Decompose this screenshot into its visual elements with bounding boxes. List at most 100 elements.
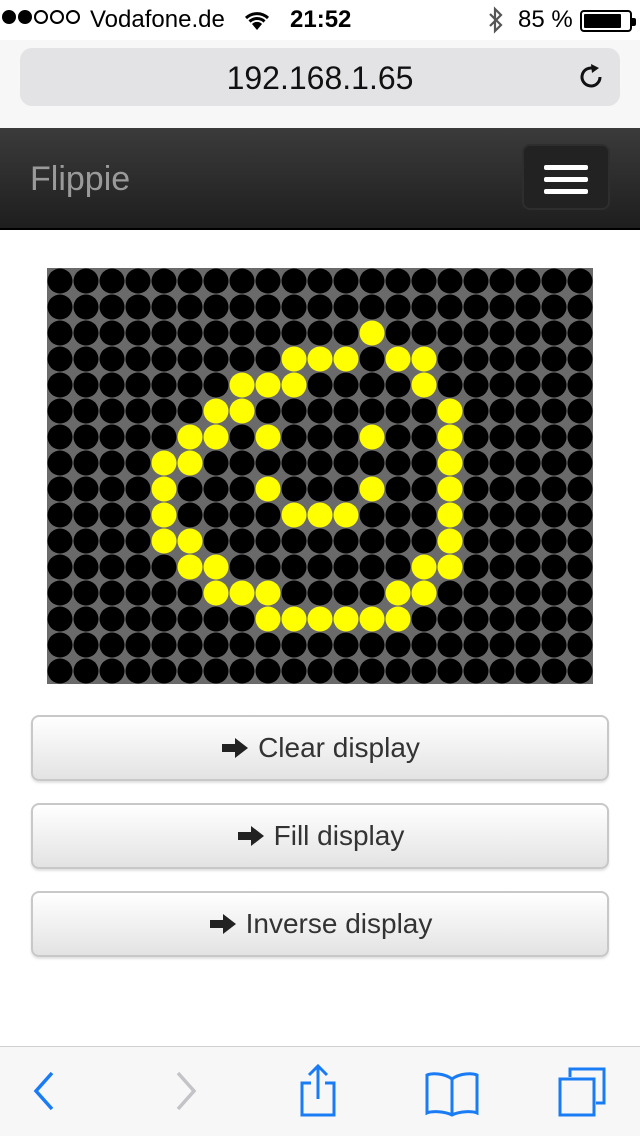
led-pixel-on[interactable] xyxy=(437,398,463,424)
led-pixel-on[interactable] xyxy=(203,554,229,580)
led-pixel-off[interactable] xyxy=(281,528,307,554)
led-pixel-off[interactable] xyxy=(437,294,463,320)
led-pixel-off[interactable] xyxy=(463,450,489,476)
led-pixel-off[interactable] xyxy=(437,346,463,372)
led-pixel-off[interactable] xyxy=(47,320,73,346)
led-pixel-off[interactable] xyxy=(489,424,515,450)
led-pixel-off[interactable] xyxy=(515,320,541,346)
led-pixel-off[interactable] xyxy=(333,554,359,580)
led-pixel-on[interactable] xyxy=(203,580,229,606)
led-pixel-off[interactable] xyxy=(541,268,567,294)
led-pixel-off[interactable] xyxy=(463,268,489,294)
led-pixel-off[interactable] xyxy=(73,502,99,528)
led-pixel-off[interactable] xyxy=(437,606,463,632)
led-pixel-off[interactable] xyxy=(177,268,203,294)
led-pixel-off[interactable] xyxy=(567,346,593,372)
led-pixel-off[interactable] xyxy=(151,346,177,372)
led-pixel-off[interactable] xyxy=(73,554,99,580)
led-pixel-off[interactable] xyxy=(47,294,73,320)
led-pixel-off[interactable] xyxy=(229,268,255,294)
led-pixel-off[interactable] xyxy=(281,632,307,658)
led-pixel-off[interactable] xyxy=(203,372,229,398)
led-pixel-off[interactable] xyxy=(567,554,593,580)
led-pixel-off[interactable] xyxy=(333,268,359,294)
led-pixel-off[interactable] xyxy=(125,450,151,476)
led-pixel-off[interactable] xyxy=(99,476,125,502)
led-pixel-off[interactable] xyxy=(541,294,567,320)
led-pixel-off[interactable] xyxy=(411,476,437,502)
led-pixel-off[interactable] xyxy=(541,502,567,528)
led-pixel-off[interactable] xyxy=(47,346,73,372)
led-pixel-off[interactable] xyxy=(541,528,567,554)
led-pixel-off[interactable] xyxy=(359,294,385,320)
led-pixel-on[interactable] xyxy=(151,450,177,476)
led-pixel-off[interactable] xyxy=(385,502,411,528)
led-pixel-off[interactable] xyxy=(99,268,125,294)
led-pixel-off[interactable] xyxy=(203,450,229,476)
led-pixel-off[interactable] xyxy=(203,632,229,658)
led-pixel-off[interactable] xyxy=(307,528,333,554)
tabs-icon[interactable] xyxy=(556,1065,608,1124)
led-pixel-off[interactable] xyxy=(99,346,125,372)
led-pixel-off[interactable] xyxy=(567,502,593,528)
led-pixel-off[interactable] xyxy=(489,476,515,502)
led-pixel-off[interactable] xyxy=(47,424,73,450)
led-pixel-off[interactable] xyxy=(567,632,593,658)
led-pixel-off[interactable] xyxy=(125,658,151,684)
led-pixel-off[interactable] xyxy=(463,554,489,580)
led-pixel-off[interactable] xyxy=(125,580,151,606)
led-pixel-off[interactable] xyxy=(229,320,255,346)
led-pixel-off[interactable] xyxy=(489,268,515,294)
led-pixel-on[interactable] xyxy=(307,606,333,632)
led-pixel-off[interactable] xyxy=(437,268,463,294)
led-pixel-off[interactable] xyxy=(307,450,333,476)
led-pixel-off[interactable] xyxy=(567,424,593,450)
led-pixel-off[interactable] xyxy=(567,658,593,684)
led-pixel-off[interactable] xyxy=(151,372,177,398)
led-pixel-off[interactable] xyxy=(151,632,177,658)
led-pixel-off[interactable] xyxy=(125,606,151,632)
led-pixel-off[interactable] xyxy=(515,346,541,372)
led-pixel-off[interactable] xyxy=(229,476,255,502)
led-pixel-off[interactable] xyxy=(203,502,229,528)
led-pixel-off[interactable] xyxy=(125,268,151,294)
led-pixel-off[interactable] xyxy=(177,580,203,606)
led-pixel-off[interactable] xyxy=(255,398,281,424)
led-pixel-off[interactable] xyxy=(515,268,541,294)
led-pixel-off[interactable] xyxy=(307,476,333,502)
led-pixel-off[interactable] xyxy=(203,268,229,294)
led-pixel-on[interactable] xyxy=(203,424,229,450)
led-pixel-off[interactable] xyxy=(463,606,489,632)
led-pixel-off[interactable] xyxy=(47,450,73,476)
led-pixel-off[interactable] xyxy=(255,554,281,580)
led-pixel-off[interactable] xyxy=(411,632,437,658)
led-pixel-off[interactable] xyxy=(255,450,281,476)
led-pixel-off[interactable] xyxy=(229,606,255,632)
led-pixel-off[interactable] xyxy=(489,320,515,346)
led-pixel-off[interactable] xyxy=(99,372,125,398)
led-pixel-off[interactable] xyxy=(541,658,567,684)
led-pixel-off[interactable] xyxy=(307,580,333,606)
share-icon[interactable] xyxy=(298,1063,338,1124)
led-pixel-off[interactable] xyxy=(307,632,333,658)
led-pixel-on[interactable] xyxy=(229,398,255,424)
led-pixel-off[interactable] xyxy=(281,476,307,502)
led-pixel-off[interactable] xyxy=(229,450,255,476)
fill-display-button[interactable]: Fill display xyxy=(31,803,609,869)
led-pixel-off[interactable] xyxy=(99,294,125,320)
led-pixel-off[interactable] xyxy=(203,658,229,684)
led-pixel-off[interactable] xyxy=(151,606,177,632)
led-pixel-off[interactable] xyxy=(333,528,359,554)
led-pixel-off[interactable] xyxy=(99,580,125,606)
back-icon[interactable] xyxy=(30,1069,60,1118)
led-pixel-off[interactable] xyxy=(385,632,411,658)
led-pixel-off[interactable] xyxy=(463,632,489,658)
led-pixel-on[interactable] xyxy=(411,580,437,606)
led-pixel-on[interactable] xyxy=(281,372,307,398)
led-pixel-off[interactable] xyxy=(359,372,385,398)
led-pixel-off[interactable] xyxy=(281,580,307,606)
led-pixel-off[interactable] xyxy=(255,320,281,346)
led-pixel-on[interactable] xyxy=(359,476,385,502)
led-pixel-off[interactable] xyxy=(47,606,73,632)
led-pixel-off[interactable] xyxy=(567,398,593,424)
